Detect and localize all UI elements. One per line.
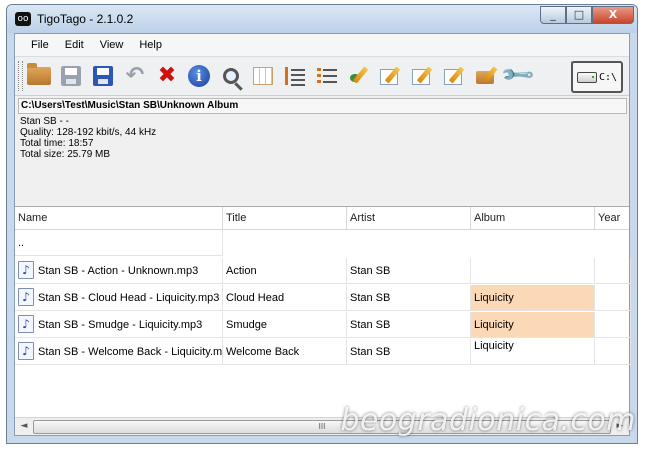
artist-cell[interactable]: Stan SB <box>347 339 471 365</box>
save-icon <box>61 66 81 86</box>
delete-button[interactable]: ✖ <box>153 62 181 90</box>
table-row[interactable]: ♪ Stan SB - Cloud Head - Liquicity.mp3 Cl… <box>15 285 631 311</box>
file-name: Stan SB - Welcome Back - Liquicity.mp3 <box>38 346 223 358</box>
table-row[interactable]: ♪ Stan SB - Action - Unknown.mp3 Action S… <box>15 258 631 284</box>
delete-icon: ✖ <box>157 63 177 88</box>
table-row-parent[interactable]: .. <box>15 230 629 256</box>
settings-wrench-icon: 🔧 <box>500 57 538 95</box>
folder-rename-button[interactable] <box>473 62 501 90</box>
sort-button[interactable] <box>281 62 309 90</box>
artist-cell[interactable]: Stan SB <box>347 258 471 284</box>
title-bar[interactable]: oo TigoTago - 2.1.0.2 _ □ X <box>7 5 637 33</box>
total-time-line: Total time: 18:57 <box>20 138 94 149</box>
menu-view[interactable]: View <box>92 37 132 53</box>
path-field[interactable]: C:\Users\Test\Music\Stan SB\Unknown Albu… <box>18 98 627 114</box>
search-replace-button[interactable] <box>217 62 245 90</box>
title-cell[interactable]: Welcome Back <box>223 339 347 365</box>
album-cell-highlighted[interactable]: Liquicity <box>471 312 595 338</box>
sort-icon <box>285 66 305 86</box>
year-cell[interactable] <box>595 258 631 284</box>
menu-help[interactable]: Help <box>131 37 170 53</box>
album-cell-editing[interactable]: Liquicity <box>471 339 595 365</box>
close-button[interactable]: X <box>592 6 634 24</box>
title-cell[interactable]: Cloud Head <box>223 285 347 311</box>
album-cell-highlighted[interactable]: Liquicity <box>471 285 595 311</box>
case-convert-button[interactable] <box>441 62 469 90</box>
number-list-icon <box>317 66 337 86</box>
title-cell[interactable]: Action <box>223 258 347 284</box>
title-cell[interactable]: Smudge <box>223 312 347 338</box>
file-name: Stan SB - Action - Unknown.mp3 <box>38 265 199 277</box>
file-name-cell[interactable]: ♪ Stan SB - Smudge - Liquicity.mp3 <box>15 312 223 338</box>
music-file-icon: ♪ <box>18 342 34 361</box>
open-folder-icon <box>27 63 51 85</box>
save-all-button[interactable] <box>89 62 117 90</box>
column-header-album[interactable]: Album <box>471 207 595 229</box>
file-name-cell[interactable]: ♪ Stan SB - Action - Unknown.mp3 <box>15 258 223 284</box>
quality-line: Quality: 128-192 kbit/s, 44 kHz <box>20 127 157 138</box>
app-icon: oo <box>15 12 31 26</box>
menu-file[interactable]: File <box>23 37 57 53</box>
menu-edit[interactable]: Edit <box>57 37 92 53</box>
columns-button[interactable] <box>249 62 277 90</box>
total-size-line: Total size: 25.79 MB <box>20 149 111 160</box>
file-name-cell[interactable]: ♪ Stan SB - Welcome Back - Liquicity.mp3 <box>15 339 223 365</box>
year-cell[interactable] <box>595 285 631 311</box>
columns-icon <box>253 67 273 85</box>
number-list-button[interactable] <box>313 62 341 90</box>
toolbar-grip[interactable] <box>18 61 23 91</box>
window-title: TigoTago - 2.1.0.2 <box>37 12 134 26</box>
info-icon: i <box>188 65 210 87</box>
music-file-icon: ♪ <box>18 315 34 334</box>
search-replace-icon <box>223 68 239 84</box>
music-file-icon: ♪ <box>18 288 34 307</box>
save-all-icon <box>93 66 113 86</box>
drive-icon <box>576 71 597 83</box>
table-row[interactable]: ♪ Stan SB - Welcome Back - Liquicity.mp3 … <box>15 339 631 365</box>
scroll-left-arrow[interactable]: ◄ <box>16 419 32 433</box>
table-row[interactable]: ♪ Stan SB - Smudge - Liquicity.mp3 Smudge… <box>15 312 631 338</box>
artist-cell[interactable]: Stan SB <box>347 312 471 338</box>
tag-from-filename-icon <box>348 66 370 86</box>
edit-tag-button[interactable] <box>409 62 437 90</box>
album-cell[interactable] <box>471 258 595 284</box>
edit-tag-icon <box>412 66 434 86</box>
maximize-button[interactable]: □ <box>566 6 592 24</box>
year-cell[interactable] <box>595 339 631 365</box>
table-header: Name Title Artist Album Year <box>15 207 629 230</box>
open-folder-button[interactable] <box>25 62 53 90</box>
file-name-cell[interactable]: ♪ Stan SB - Cloud Head - Liquicity.mp3 <box>15 285 223 311</box>
file-name: Stan SB - Cloud Head - Liquicity.mp3 <box>38 292 220 304</box>
undo-icon: ↶ <box>125 63 145 88</box>
file-table: Name Title Artist Album Year .. ♪ Stan SB… <box>15 206 631 435</box>
drive-label: C:\ <box>598 71 618 83</box>
column-header-name[interactable]: Name <box>15 207 223 229</box>
rename-button[interactable] <box>377 62 405 90</box>
file-name: Stan SB - Smudge - Liquicity.mp3 <box>38 319 203 331</box>
folder-rename-icon <box>476 66 498 86</box>
info-button[interactable]: i <box>185 62 213 90</box>
watermark: beogradionica.com <box>340 403 636 438</box>
year-cell[interactable] <box>595 312 631 338</box>
artist-album-line: Stan SB - - <box>20 116 69 127</box>
client-area: File Edit View Help ↶ ✖ i 🔧 C:\ C:\Users… <box>14 33 631 436</box>
column-header-title[interactable]: Title <box>223 207 347 229</box>
artist-cell[interactable]: Stan SB <box>347 285 471 311</box>
music-file-icon: ♪ <box>18 261 34 280</box>
rename-icon <box>380 66 402 86</box>
column-header-artist[interactable]: Artist <box>347 207 471 229</box>
column-header-year[interactable]: Year <box>595 207 631 229</box>
save-button[interactable] <box>57 62 85 90</box>
menu-bar: File Edit View Help <box>15 34 629 56</box>
tag-from-filename-button[interactable] <box>345 62 373 90</box>
drive-selector[interactable]: C:\ <box>571 61 623 93</box>
settings-button[interactable]: 🔧 <box>500 57 537 94</box>
app-window: oo TigoTago - 2.1.0.2 _ □ X File Edit Vi… <box>6 4 638 444</box>
case-convert-icon <box>444 66 466 86</box>
toolbar: ↶ ✖ i 🔧 C:\ <box>15 56 629 96</box>
minimize-button[interactable]: _ <box>540 6 566 24</box>
parent-dir-cell[interactable]: .. <box>15 230 223 256</box>
undo-button[interactable]: ↶ <box>121 62 149 90</box>
